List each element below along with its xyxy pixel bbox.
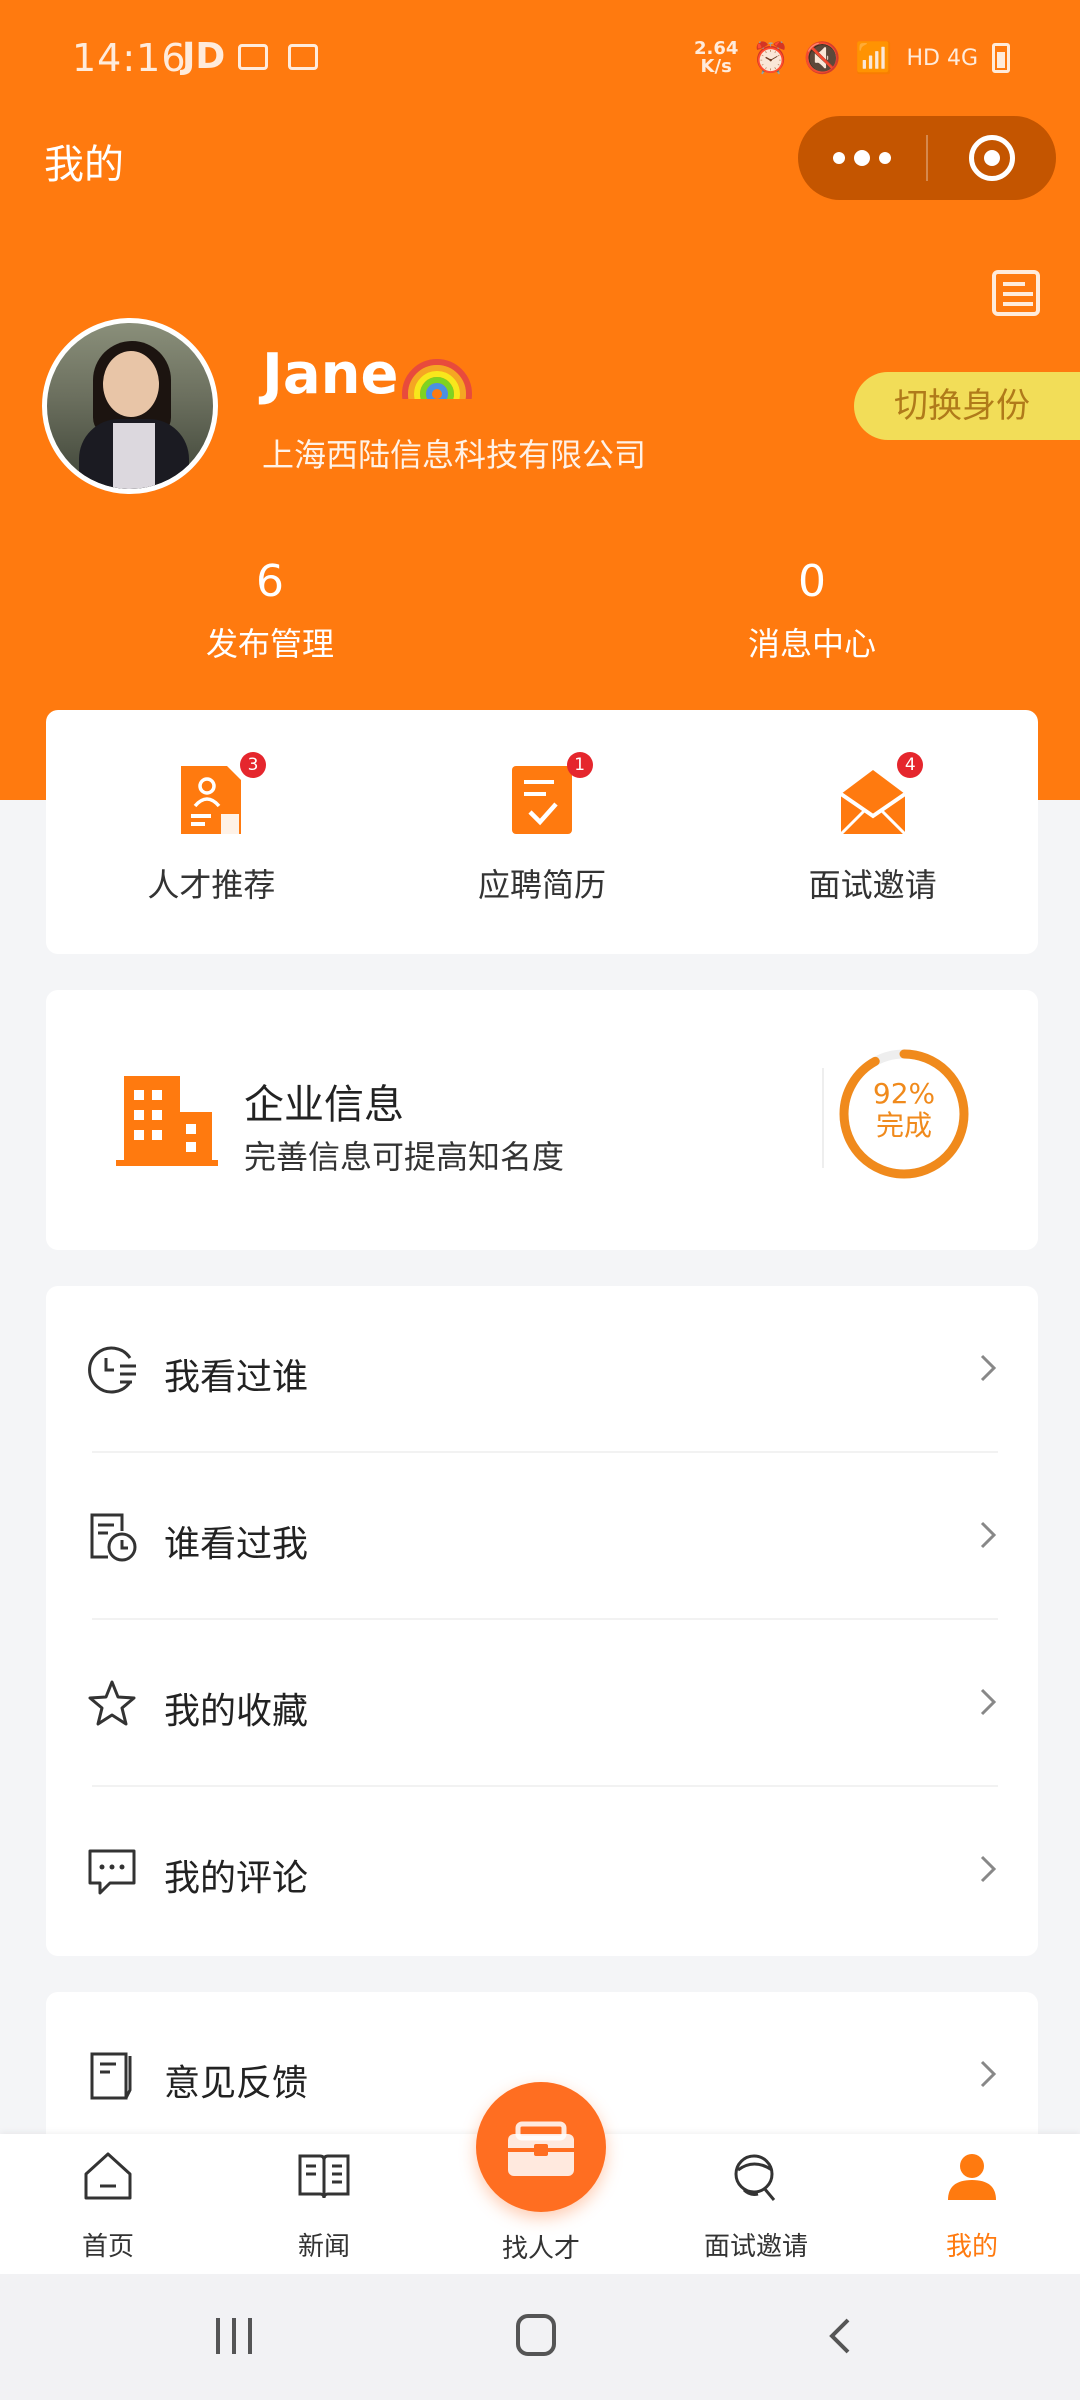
tab-label: 我的: [945, 2232, 998, 2262]
menu-label: 我看过谁: [164, 1357, 309, 1398]
chevron-right-icon: [980, 1855, 997, 1883]
alarm-icon: ⏰: [752, 40, 790, 76]
interview-icon: [734, 2154, 776, 2201]
stat-label: 发布管理: [205, 625, 334, 663]
chevron-right-icon: [980, 1354, 997, 1382]
find-talent-button[interactable]: [476, 2082, 606, 2212]
system-nav-bar: [0, 2274, 1080, 2400]
menu-item-favorites[interactable]: 我的收藏: [46, 1620, 1038, 1787]
business-card-icon[interactable]: [992, 270, 1040, 316]
company-info-subtitle: 完善信息可提高知名度: [244, 1138, 565, 1176]
menu-label: 意见反馈: [164, 2063, 309, 2104]
divider: [822, 1068, 824, 1168]
stat-publish[interactable]: 6 发布管理: [120, 556, 420, 665]
miniprogram-capsule: [798, 116, 1056, 200]
tab-label: 首页: [81, 2232, 134, 2262]
tab-news[interactable]: 新闻: [216, 2134, 432, 2274]
status-time: 14:16: [72, 36, 187, 80]
user-company: 上海西陆信息科技有限公司: [262, 436, 647, 474]
company-info-title: 企业信息: [244, 1082, 404, 1128]
star-icon: [88, 1680, 136, 1726]
clock-list-icon: [88, 1346, 136, 1394]
status-bar: 14:16 JD 2.64 K/s ⏰ 🔇 📶 HD 4G: [0, 0, 1080, 120]
menu-item-viewed-by-me[interactable]: 我看过谁: [46, 1286, 1038, 1453]
mute-icon: 🔇: [803, 40, 842, 76]
menu-item-my-comments[interactable]: 我的评论: [46, 1787, 1038, 1954]
quick-talent-recommend[interactable]: 3 人才推荐: [46, 710, 377, 954]
company-info-card[interactable]: 企业信息 完善信息可提高知名度 92% 完成: [46, 990, 1038, 1250]
progress-text: 92% 完成: [836, 1078, 972, 1142]
menu-label: 我的收藏: [164, 1691, 309, 1732]
chevron-right-icon: [980, 1521, 997, 1549]
quick-label: 人才推荐: [147, 866, 276, 904]
battery-icon: [992, 43, 1010, 73]
tab-home[interactable]: 首页: [0, 2134, 216, 2274]
resume-check-icon: [512, 766, 572, 834]
badge-count: 1: [566, 752, 593, 778]
tab-label: 找人才: [501, 2234, 580, 2264]
chevron-right-icon: [980, 2060, 997, 2088]
user-name-row: Jane: [262, 342, 473, 407]
network-speed: 2.64 K/s: [693, 38, 739, 77]
user-icon: [948, 2154, 996, 2200]
avatar[interactable]: [42, 318, 218, 494]
badge-count: 4: [897, 752, 924, 778]
user-name: Jane: [262, 342, 399, 407]
feedback-icon: [90, 2052, 132, 2100]
page-title: 我的: [44, 142, 124, 188]
history-doc-icon: [90, 1513, 137, 1562]
rainbow-icon: [402, 358, 473, 399]
back-icon[interactable]: [826, 2316, 852, 2356]
gallery-icon: [238, 44, 268, 70]
comment-icon: [88, 1849, 136, 1895]
switch-identity-button[interactable]: 切换身份: [854, 372, 1080, 440]
home-icon: [84, 2152, 132, 2200]
network-type: HD 4G: [906, 45, 978, 71]
envelope-icon: [839, 770, 906, 836]
quick-label: 面试邀请: [808, 866, 937, 904]
menu-card: 我看过谁 谁看过我 我的收藏 我的评论: [46, 1286, 1038, 1956]
quick-interview-invites[interactable]: 4 面试邀请: [707, 710, 1038, 954]
tab-mine[interactable]: 我的: [864, 2134, 1080, 2274]
news-book-icon: [298, 2154, 350, 2199]
recent-apps-icon[interactable]: [216, 2318, 256, 2354]
status-carrier: JD: [182, 36, 226, 77]
more-dots-icon[interactable]: [798, 116, 926, 200]
talent-doc-icon: [181, 766, 242, 834]
status-right-group: 2.64 K/s ⏰ 🔇 📶 HD 4G: [694, 40, 1010, 76]
stat-value: 6: [256, 556, 284, 607]
quick-applied-resumes[interactable]: 1 应聘简历: [377, 710, 708, 954]
menu-item-who-viewed-me[interactable]: 谁看过我: [46, 1453, 1038, 1620]
progress-percent: 92%: [872, 1077, 936, 1110]
target-icon[interactable]: [928, 116, 1056, 200]
chevron-right-icon: [980, 1688, 997, 1716]
quick-label: 应聘简历: [478, 866, 607, 904]
menu-label: 谁看过我: [164, 1524, 309, 1565]
tab-label: 新闻: [297, 2232, 350, 2262]
stat-messages[interactable]: 0 消息中心: [662, 556, 962, 665]
app-notification-icon: [288, 44, 318, 70]
tab-interview[interactable]: 面试邀请: [648, 2134, 864, 2274]
badge-count: 3: [240, 752, 266, 778]
progress-label: 完成: [875, 1109, 932, 1142]
building-icon: [116, 1076, 218, 1166]
stat-value: 0: [798, 556, 826, 607]
stat-label: 消息中心: [747, 625, 876, 663]
quick-actions-card: 3 人才推荐 1 应聘简历 4 面试邀请: [46, 710, 1038, 954]
briefcase-icon: [508, 2121, 574, 2176]
menu-label: 我的评论: [164, 1858, 309, 1899]
wifi-icon: 📶: [855, 40, 893, 76]
tab-label: 面试邀请: [703, 2232, 808, 2262]
home-button-icon[interactable]: [516, 2314, 556, 2356]
